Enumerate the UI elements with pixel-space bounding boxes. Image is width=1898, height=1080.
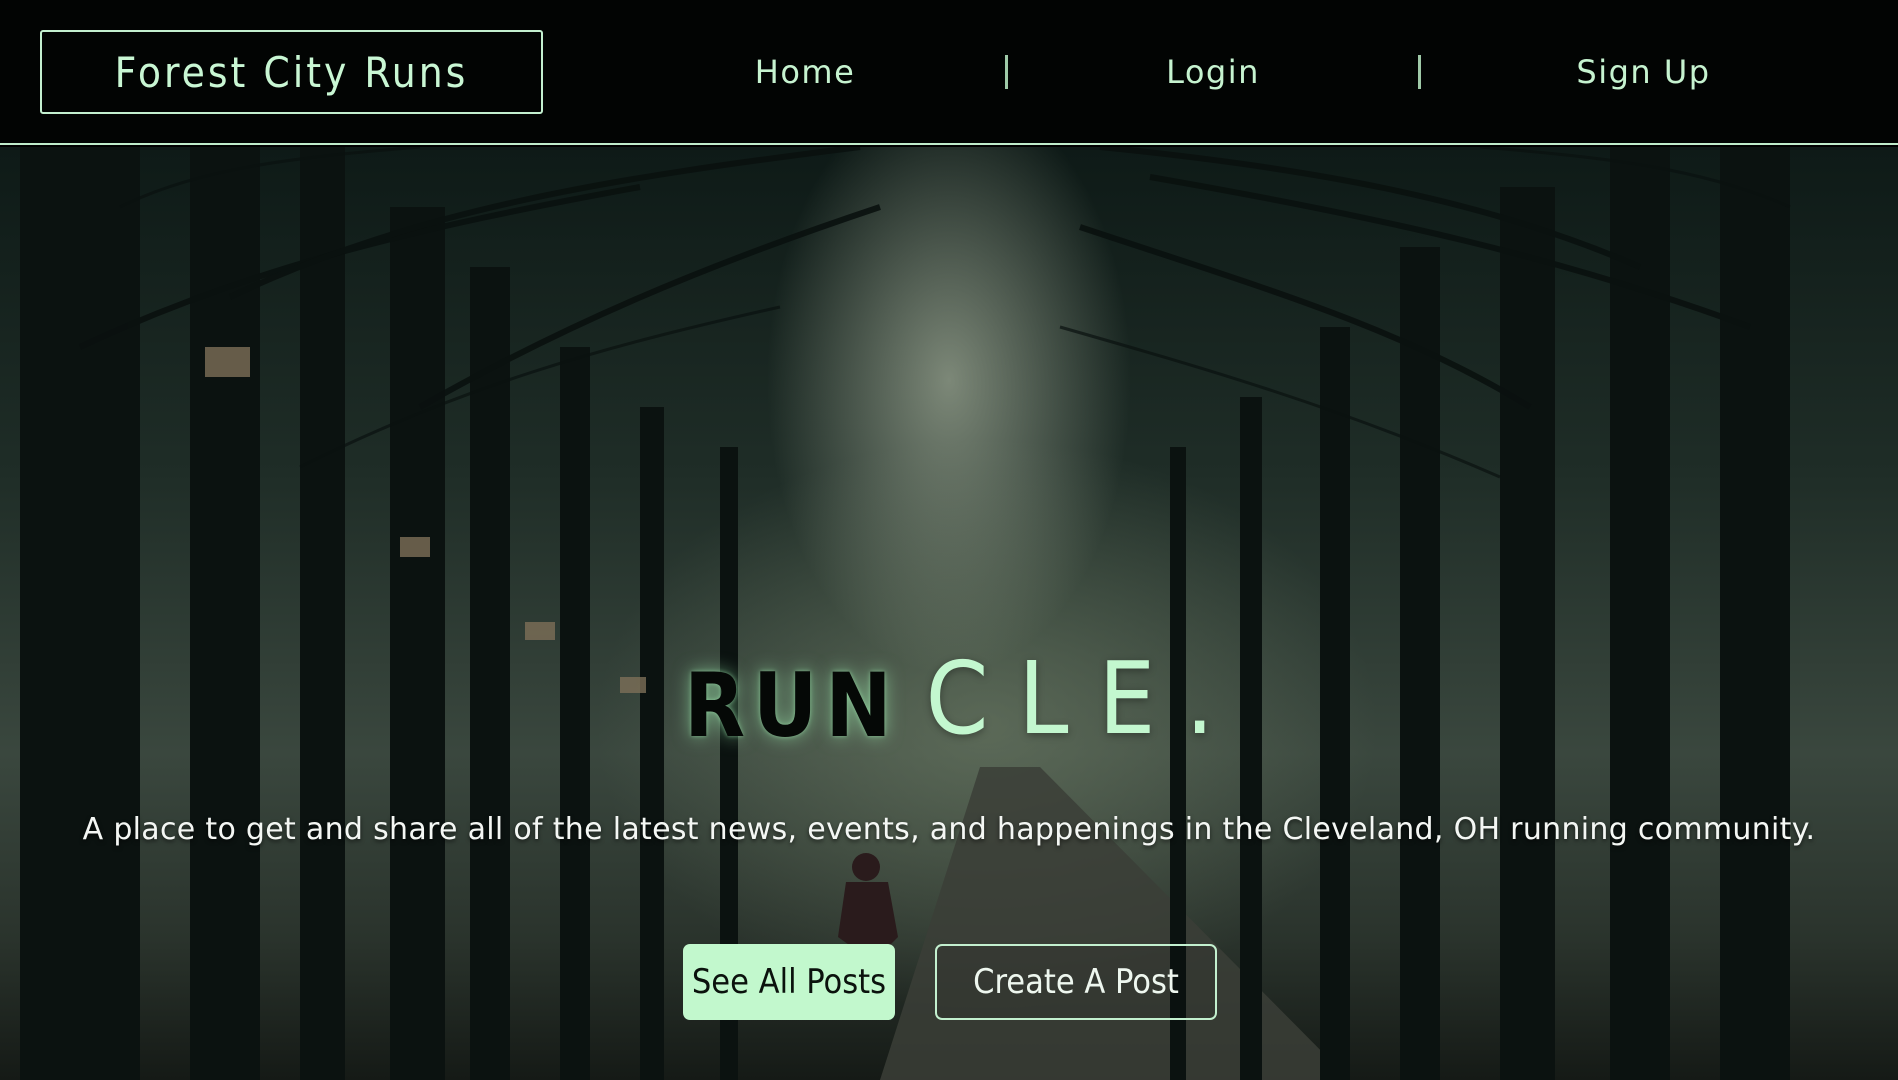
nav-signup-link[interactable]: Sign Up <box>1421 53 1866 91</box>
create-post-button[interactable]: Create A Post <box>935 944 1217 1020</box>
nav-login-link[interactable]: Login <box>1008 53 1418 91</box>
hero-title-cle: CLE. <box>925 640 1244 757</box>
see-all-posts-button[interactable]: See All Posts <box>683 944 895 1020</box>
hero-title-run: RUN <box>684 654 900 757</box>
main-nav: Home Login Sign Up <box>605 30 1898 114</box>
site-header: Forest City Runs Home Login Sign Up <box>0 0 1898 145</box>
nav-home-link[interactable]: Home <box>605 53 1005 91</box>
forest-background-image <box>20 147 1791 1080</box>
hero-title: RUN CLE. <box>0 637 1898 757</box>
hero-subtitle: A place to get and share all of the late… <box>82 812 1816 847</box>
hero-section: RUN CLE. A place to get and share all of… <box>0 147 1898 1080</box>
brand-title: Forest City Runs <box>114 47 469 97</box>
brand-logo[interactable]: Forest City Runs <box>40 30 543 114</box>
